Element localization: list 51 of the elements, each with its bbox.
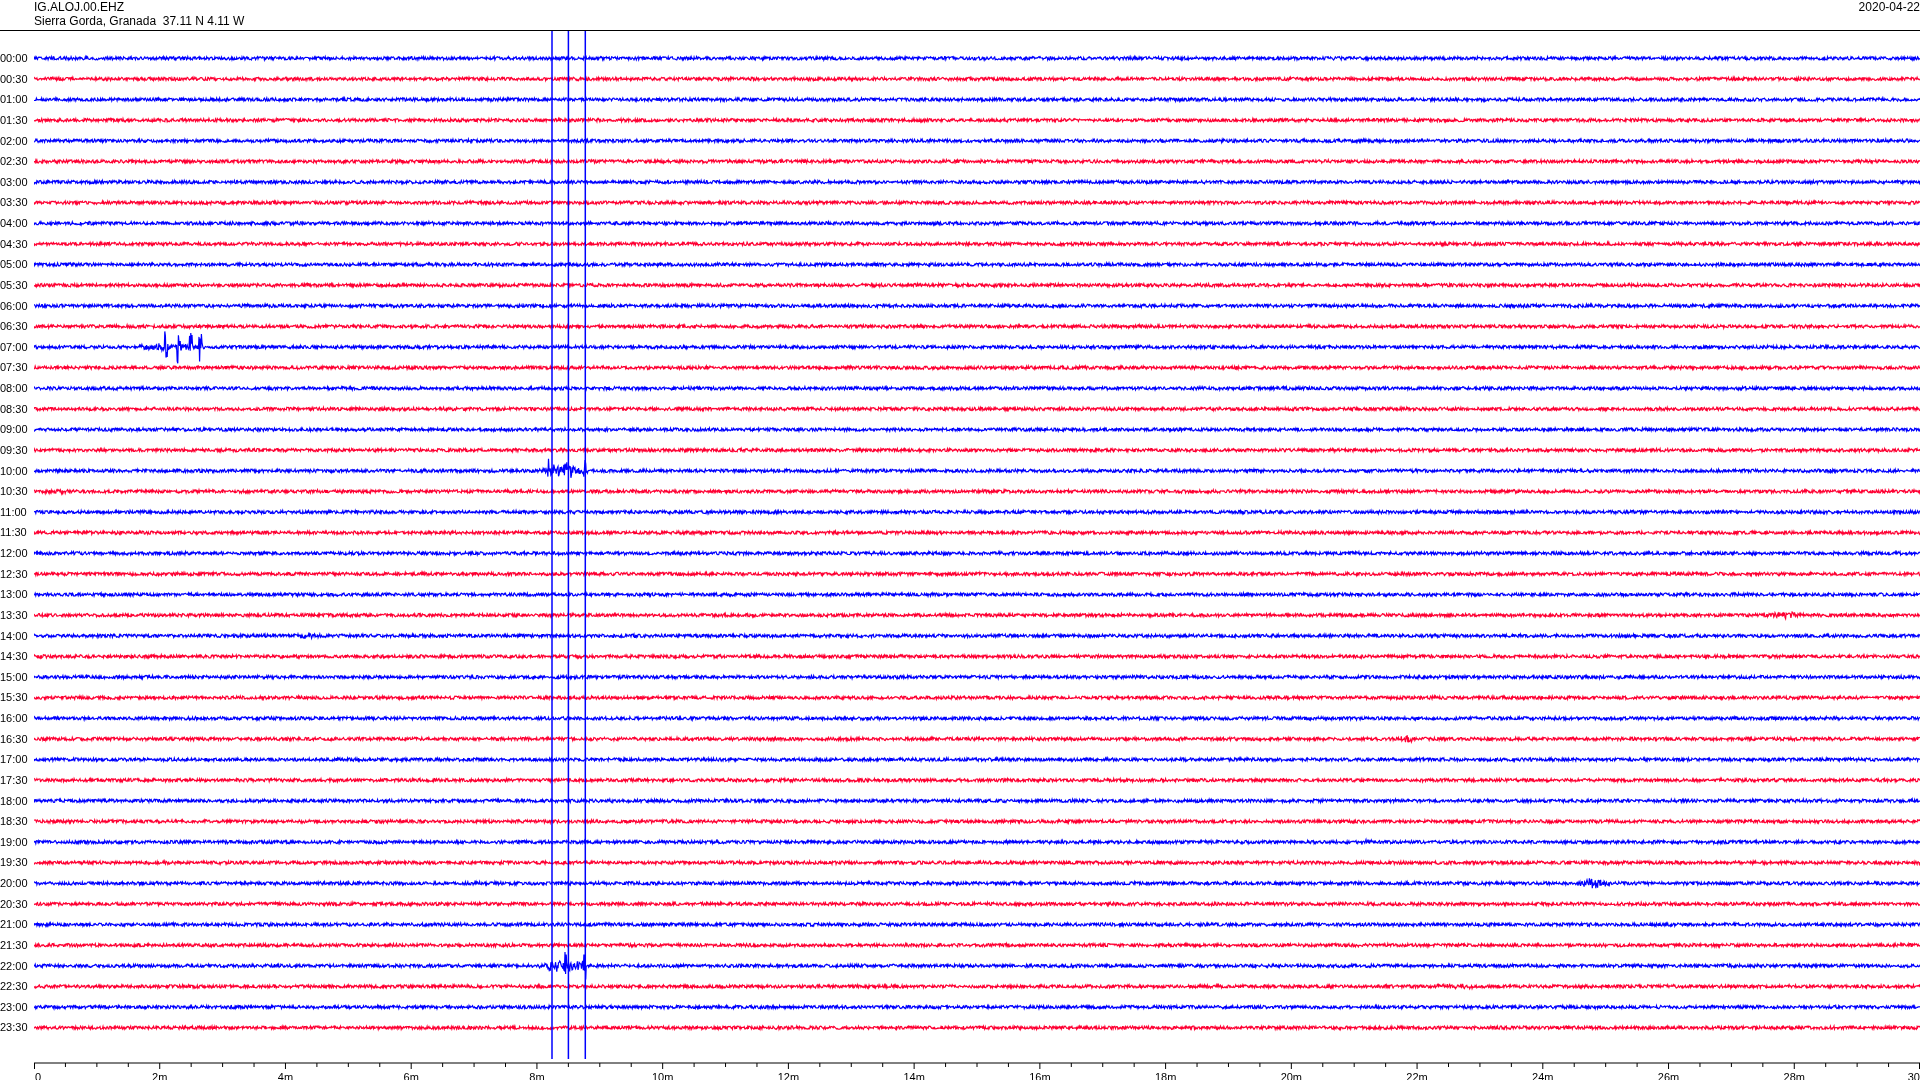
time-label: 21:30 xyxy=(0,937,28,953)
time-label: 15:30 xyxy=(0,690,28,706)
time-label: 01:00 xyxy=(0,92,28,108)
time-label: 04:30 xyxy=(0,236,28,252)
time-label: 02:30 xyxy=(0,154,28,170)
time-label: 03:30 xyxy=(0,195,28,211)
time-label: 14:30 xyxy=(0,649,28,665)
time-label: 16:00 xyxy=(0,711,28,727)
time-label: 14:00 xyxy=(0,628,28,644)
time-label: 21:00 xyxy=(0,917,28,933)
time-label: 07:00 xyxy=(0,339,28,355)
time-label: 20:00 xyxy=(0,876,28,892)
time-label: 00:30 xyxy=(0,71,28,87)
time-label: 07:30 xyxy=(0,360,28,376)
time-label: 08:30 xyxy=(0,401,28,417)
time-label: 19:00 xyxy=(0,834,28,850)
time-label: 03:00 xyxy=(0,174,28,190)
time-label: 13:30 xyxy=(0,607,28,623)
time-label: 17:30 xyxy=(0,772,28,788)
time-label: 00:00 xyxy=(0,51,28,67)
time-label: 10:00 xyxy=(0,463,28,479)
time-label: 23:30 xyxy=(0,1020,28,1036)
time-label: 19:30 xyxy=(0,855,28,871)
time-label: 23:00 xyxy=(0,999,28,1015)
channel-code: IG.ALOJ.00.EHZ xyxy=(34,0,126,14)
time-label: 06:30 xyxy=(0,319,28,335)
time-label: 06:00 xyxy=(0,298,28,314)
time-label: 09:30 xyxy=(0,442,28,458)
time-label: 08:00 xyxy=(0,381,28,397)
time-label: 16:30 xyxy=(0,731,28,747)
time-label: 10:30 xyxy=(0,484,28,500)
time-label: 05:30 xyxy=(0,277,28,293)
time-label: 15:00 xyxy=(0,669,28,685)
date-label: 2020-04-22 xyxy=(1858,0,1920,16)
time-label: 05:00 xyxy=(0,257,28,273)
time-label: 13:00 xyxy=(0,587,28,603)
time-label: 20:30 xyxy=(0,896,28,912)
time-label: 12:30 xyxy=(0,566,28,582)
time-label: 04:00 xyxy=(0,216,28,232)
time-label: 18:00 xyxy=(0,793,28,809)
time-label: 11:30 xyxy=(0,525,27,541)
time-label: 11:00 xyxy=(0,504,27,520)
time-label: 01:30 xyxy=(0,112,28,128)
time-label: 12:00 xyxy=(0,546,28,562)
time-label: 18:30 xyxy=(0,814,28,830)
time-label: 17:00 xyxy=(0,752,28,768)
time-label: 09:00 xyxy=(0,422,28,438)
time-label: 02:00 xyxy=(0,133,28,149)
time-label: 22:00 xyxy=(0,958,28,974)
time-label: 22:30 xyxy=(0,979,28,995)
station-location: Sierra Gorda, Granada 37.11 N 4.11 W xyxy=(34,14,245,28)
